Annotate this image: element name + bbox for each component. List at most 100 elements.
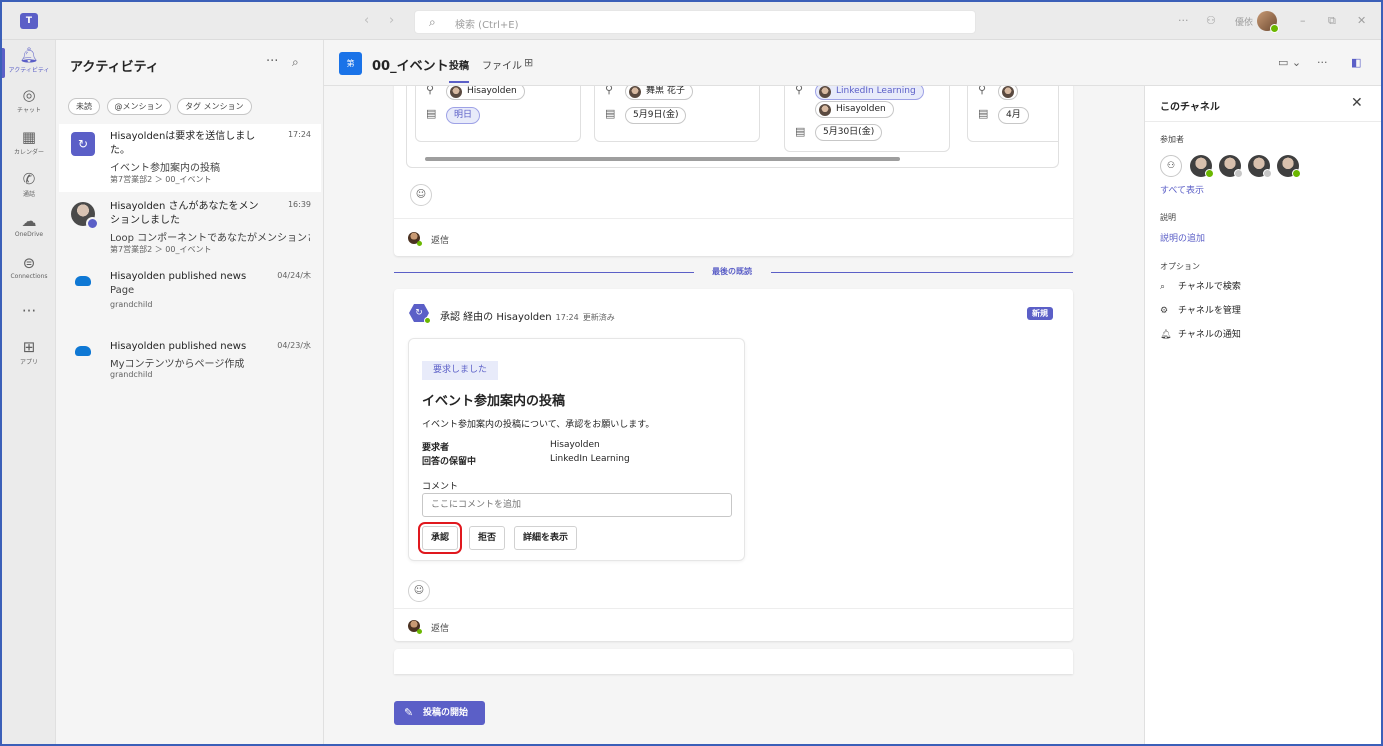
minimize-icon[interactable]: –	[1300, 14, 1306, 27]
comment-input[interactable]	[422, 493, 732, 517]
add-reaction-icon[interactable]: ☺	[408, 580, 430, 602]
restore-icon[interactable]: ⧉	[1328, 14, 1336, 28]
rail-calendar[interactable]: ▦ カレンダー	[2, 128, 56, 156]
team-avatar: 第	[339, 52, 362, 75]
info-pane-icon[interactable]: ◧	[1351, 56, 1361, 69]
show-all-link[interactable]: すべて表示	[1160, 183, 1204, 196]
view-details-button[interactable]: 詳細を表示	[514, 526, 578, 550]
option-manage-channel[interactable]: ⚙ チャネルを管理	[1160, 303, 1241, 316]
assignee-pill[interactable]: LinkedIn Learning	[815, 86, 924, 100]
rail-activity[interactable]: 🔔︎ アクティビティ	[2, 46, 56, 78]
person-icon: ⚲	[978, 86, 987, 96]
rail-calls[interactable]: ✆ 通話	[2, 170, 56, 198]
activity-more-icon[interactable]: ···	[266, 54, 278, 69]
member-avatar[interactable]	[1190, 155, 1214, 178]
due-date-pill[interactable]: 明日	[446, 107, 481, 124]
more-icon: ···	[21, 302, 37, 320]
user-avatar	[819, 86, 831, 98]
member-avatar[interactable]	[1219, 155, 1243, 178]
filter-unread[interactable]: 未読	[68, 98, 100, 115]
rail-apps[interactable]: ⊞ アプリ	[2, 338, 56, 366]
close-window-icon[interactable]: ✕	[1357, 14, 1366, 27]
gear-icon: ⚙	[1160, 306, 1169, 316]
requester-value: Hisayolden	[550, 440, 600, 450]
activity-search-icon[interactable]: ⌕	[292, 55, 299, 70]
rail-more[interactable]: ···	[2, 302, 56, 320]
sharepoint-news-icon	[75, 346, 91, 356]
user-avatar[interactable]	[1257, 11, 1279, 33]
tab-files[interactable]: ファイル	[482, 57, 522, 72]
assignee-pill[interactable]: Hisayolden	[446, 86, 525, 100]
reply-row[interactable]: 返信	[394, 218, 1073, 256]
conversation-feed: ⚲ Hisayolden ▤ 明日 ⚲ 舞黒 花子 ▤ 5月9日(金) ⚲ Li…	[324, 86, 1144, 744]
comment-label: コメント	[422, 482, 459, 492]
channel-header: 第 00_イベント 投稿 ファイル ⊞ ▭ ⌄ ··· ◧	[324, 40, 1381, 86]
board-column: ⚲ ▤ 4月	[967, 86, 1058, 142]
add-tab-icon[interactable]: ⊞	[524, 56, 533, 69]
reject-button[interactable]: 拒否	[469, 526, 506, 550]
reply-row[interactable]: 返信	[394, 608, 1073, 641]
search-input[interactable]: ⌕ 検索 (Ctrl+E)	[414, 10, 976, 34]
rail-connections[interactable]: ⊜ Connections	[2, 254, 56, 280]
activity-sub: イベント参加案内の投稿	[110, 163, 220, 174]
option-channel-notifications[interactable]: 🔔︎ チャネルの通知	[1160, 327, 1241, 340]
close-icon[interactable]: ✕	[1351, 95, 1363, 111]
add-reaction-icon[interactable]: ☺	[410, 184, 432, 206]
activity-time: 17:24	[287, 130, 311, 139]
activity-item[interactable]: ↻ Hisayoldenは要求を送信しました。 17:24 イベント参加案内の投…	[59, 124, 321, 192]
post-time: 17:24	[555, 313, 579, 322]
user-avatar	[1002, 86, 1014, 98]
start-post-button[interactable]: ✎ 投稿の開始	[394, 701, 485, 725]
more-options-icon[interactable]: ···	[1178, 14, 1189, 27]
activity-pane: アクティビティ ··· ⌕ 未読 @メンション タグ メンション ↻ Hisay…	[56, 40, 324, 744]
activity-item[interactable]: Hisayolden published news 04/24/木 Page g…	[59, 264, 321, 332]
filter-tag-mentions[interactable]: タグ メンション	[177, 98, 252, 115]
member-avatar[interactable]	[1248, 155, 1272, 178]
activity-item[interactable]: Hisayolden さんがあなたをメンションしました 16:39 Loop コ…	[59, 194, 321, 262]
person-icon: ⚲	[605, 86, 614, 96]
approval-description: イベント参加案内の投稿について、承認をお願いします。	[422, 420, 655, 430]
user-name[interactable]: 優依	[1235, 15, 1253, 28]
header-more-icon[interactable]: ···	[1317, 56, 1328, 69]
due-date-pill[interactable]: 5月9日(金)	[625, 107, 687, 124]
user-avatar	[408, 620, 422, 634]
add-description-link[interactable]: 説明の追加	[1160, 231, 1205, 244]
activity-item[interactable]: Hisayolden published news 04/23/水 Myコンテン…	[59, 334, 321, 402]
filter-mentions[interactable]: @メンション	[106, 98, 171, 115]
post-header: 承認 経由の Hisayolden 17:24 更新済み	[440, 308, 615, 323]
connections-icon: ⊜	[22, 254, 36, 272]
scroll-thumb[interactable]	[425, 157, 900, 161]
assignee-pill[interactable]: 舞黒 花子	[625, 86, 693, 100]
activity-time: 16:39	[287, 200, 311, 209]
back-arrow-icon[interactable]: ‹	[364, 13, 369, 28]
activity-title: アクティビティ	[70, 60, 159, 75]
activity-time: 04/24/木	[277, 271, 311, 280]
activity-meta: grandchild	[110, 370, 153, 379]
rail-onedrive[interactable]: ☁︎ OneDrive	[2, 212, 56, 238]
option-search-channel[interactable]: ⌕ チャネルで検索	[1160, 279, 1241, 292]
board-column: ⚲ LinkedIn Learning Hisayolden ▤ 5月30日(金…	[784, 86, 950, 152]
title-bar: T ‹ › ⌕ 検索 (Ctrl+E) ··· ⚇ 優依 – ⧉ ✕	[2, 2, 1381, 40]
teams-window: T ‹ › ⌕ 検索 (Ctrl+E) ··· ⚇ 優依 – ⧉ ✕ 🔔︎ アク…	[0, 0, 1383, 746]
forward-arrow-icon[interactable]: ›	[389, 13, 394, 28]
assignee-pill[interactable]: Hisayolden	[815, 101, 894, 118]
approve-button[interactable]: 承認	[417, 522, 463, 554]
assignee-pill[interactable]	[998, 86, 1018, 100]
due-date-pill[interactable]: 4月	[998, 107, 1029, 124]
member-avatar[interactable]	[1277, 155, 1301, 178]
divider	[1145, 121, 1381, 122]
user-avatar	[71, 202, 99, 230]
meet-video-icon[interactable]: ▭ ⌄	[1278, 56, 1301, 69]
reply-button[interactable]: 返信	[431, 233, 449, 246]
activity-meta: 第7営業部2 ＞ 00_イベント	[110, 175, 212, 184]
add-people-icon[interactable]: ⚇	[1160, 155, 1182, 177]
activity-sub: Myコンテンツからページ作成	[110, 359, 245, 370]
calendar-icon: ▦	[21, 128, 37, 146]
due-date-pill[interactable]: 5月30日(金)	[815, 124, 883, 141]
tab-posts[interactable]: 投稿	[449, 57, 469, 83]
reply-button[interactable]: 返信	[431, 621, 449, 634]
org-icon[interactable]: ⚇	[1206, 14, 1216, 27]
rail-chat[interactable]: ◎ チャット	[2, 86, 56, 114]
board-scrollbar[interactable]	[415, 157, 1055, 161]
activity-headline: Hisayolden published news	[110, 341, 247, 352]
